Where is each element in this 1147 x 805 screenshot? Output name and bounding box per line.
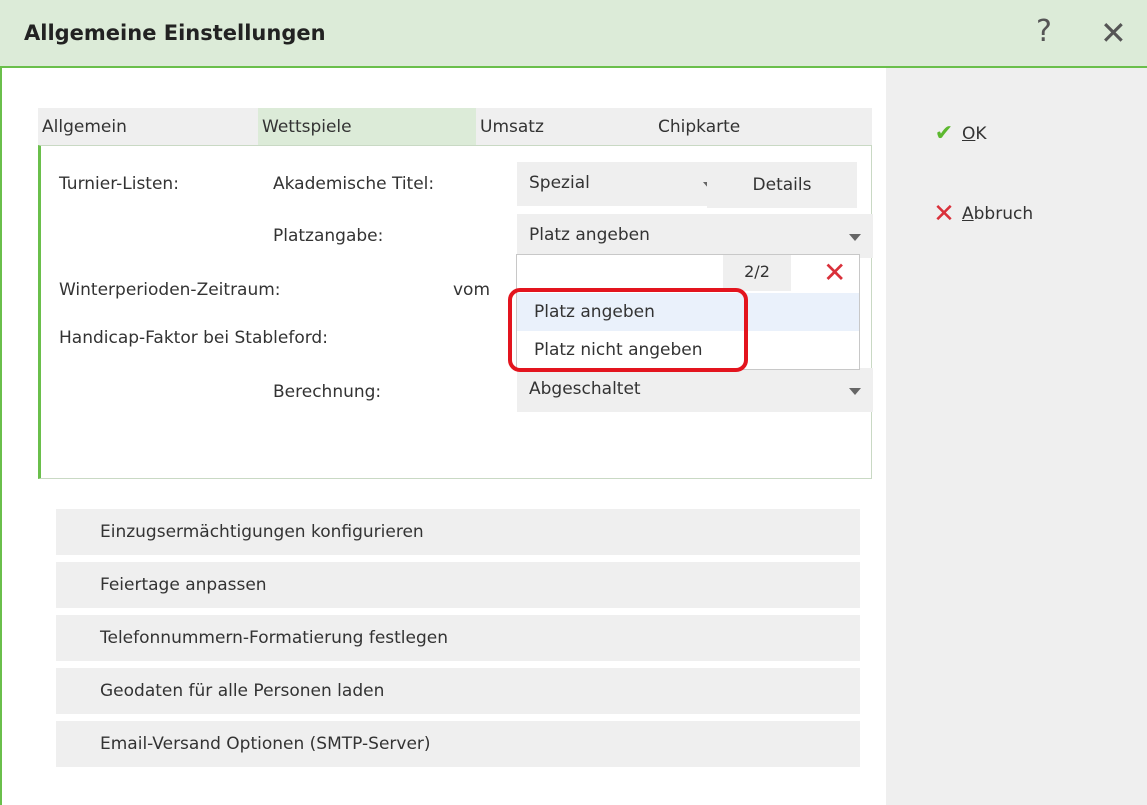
platzangabe-label: Platzangabe: xyxy=(273,226,384,246)
ok-button[interactable]: ✔ OK xyxy=(930,121,987,146)
tab-wettspiele[interactable]: Wettspiele xyxy=(258,108,476,146)
ok-label: OK xyxy=(962,123,987,144)
akademische-titel-value: Spezial xyxy=(529,173,590,193)
chevron-down-icon xyxy=(849,234,861,241)
winterperioden-label: Winterperioden-Zeitraum: xyxy=(59,280,281,300)
akademische-titel-select[interactable]: Spezial xyxy=(517,162,727,206)
tab-umsatz[interactable]: Umsatz xyxy=(476,108,652,146)
platzangabe-select[interactable]: Platz angeben xyxy=(517,214,873,258)
berechnung-label: Berechnung: xyxy=(273,382,382,402)
dropdown-option[interactable]: Platz angeben xyxy=(517,293,859,331)
checkmark-icon: ✔ xyxy=(934,121,954,146)
dropdown-option[interactable]: Platz nicht angeben xyxy=(517,331,859,369)
tab-chipkarte[interactable]: Chipkarte xyxy=(652,108,872,146)
feiertage-button[interactable]: Feiertage anpassen xyxy=(56,562,860,608)
chevron-down-icon xyxy=(849,388,861,395)
window-border xyxy=(0,68,2,805)
platzangabe-value: Platz angeben xyxy=(529,225,650,245)
clear-icon[interactable]: ✕ xyxy=(823,259,846,287)
turnier-listen-label: Turnier-Listen: xyxy=(59,174,179,194)
result-count: 2/2 xyxy=(723,255,791,291)
handicap-faktor-label: Handicap-Faktor bei Stableford: xyxy=(59,328,328,348)
help-icon[interactable]: ? xyxy=(1036,14,1052,49)
tab-bar: Allgemein Wettspiele Umsatz Chipkarte xyxy=(38,108,872,146)
geodaten-button[interactable]: Geodaten für alle Personen laden xyxy=(56,668,860,714)
cross-icon: ✕ xyxy=(933,199,955,229)
cancel-button[interactable]: ✕ Abbruch xyxy=(930,199,1033,229)
vom-label: vom xyxy=(453,280,491,300)
telefonnummern-button[interactable]: Telefonnummern-Formatierung festlegen xyxy=(56,615,860,661)
email-versand-button[interactable]: Email-Versand Optionen (SMTP-Server) xyxy=(56,721,860,767)
action-panel xyxy=(886,68,1147,805)
berechnung-select[interactable]: Abgeschaltet xyxy=(517,368,873,412)
platzangabe-dropdown-list: 2/2 ✕ Platz angeben Platz nicht angeben xyxy=(516,254,860,370)
tab-allgemein[interactable]: Allgemein xyxy=(38,108,258,146)
details-button[interactable]: Details xyxy=(707,162,857,208)
cancel-label: Abbruch xyxy=(962,204,1034,224)
window-title: Allgemeine Einstellungen xyxy=(24,21,326,45)
einzugsermaechtigungen-button[interactable]: Einzugsermächtigungen konfigurieren xyxy=(56,509,860,555)
close-icon[interactable]: ✕ xyxy=(1100,14,1127,52)
title-bar: Allgemeine Einstellungen ? ✕ xyxy=(0,0,1147,68)
berechnung-value: Abgeschaltet xyxy=(529,379,641,399)
akademische-titel-label: Akademische Titel: xyxy=(273,174,435,194)
